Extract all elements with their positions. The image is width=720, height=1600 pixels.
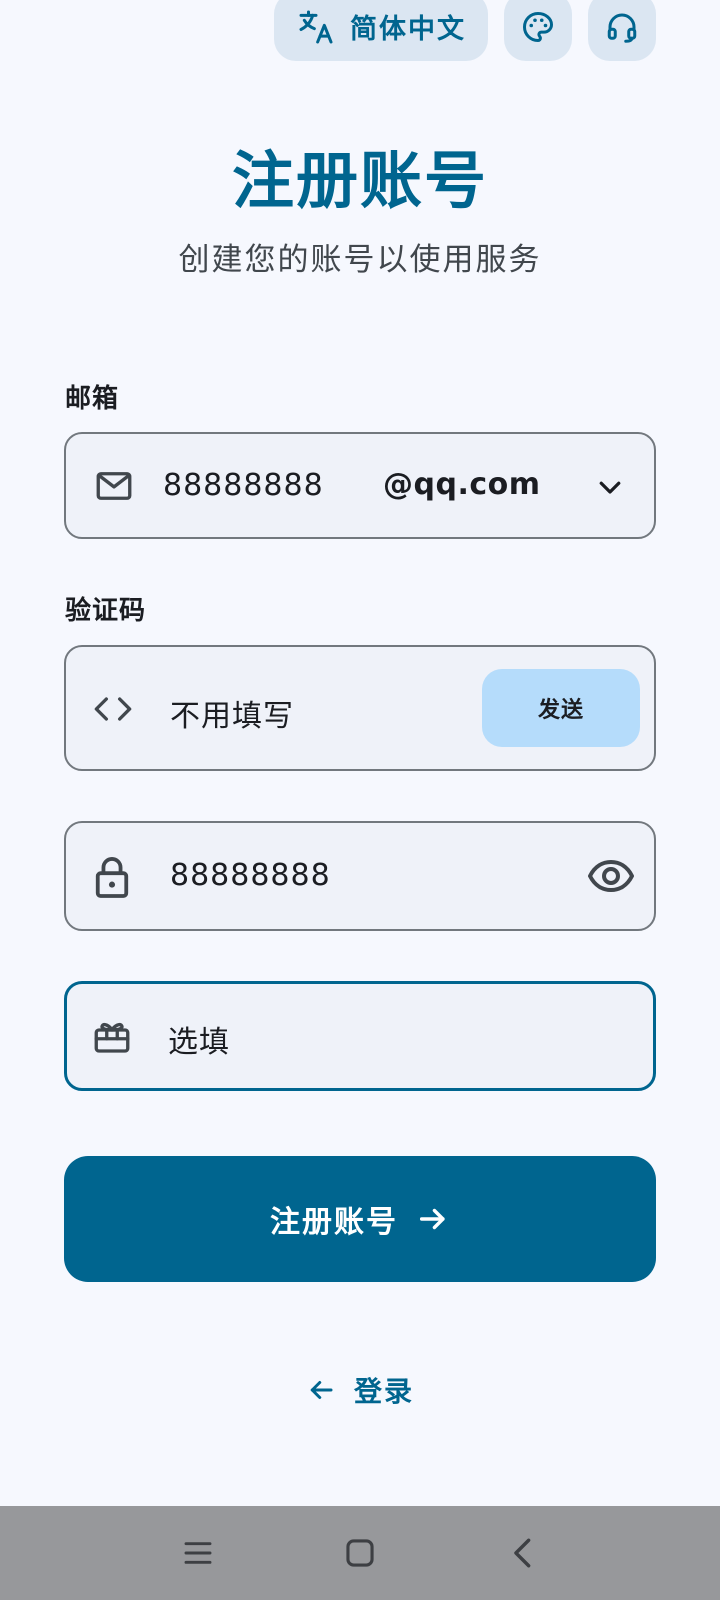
login-link[interactable]: 登录 xyxy=(0,1370,720,1410)
invite-code-input[interactable]: 选填 xyxy=(168,1017,230,1061)
support-button[interactable] xyxy=(588,0,656,61)
language-label: 简体中文 xyxy=(350,14,466,45)
back-icon[interactable] xyxy=(498,1528,548,1578)
register-button-label: 注册账号 xyxy=(270,1205,398,1240)
page-subtitle: 创建您的账号以使用服务 xyxy=(178,242,542,278)
eye-icon[interactable] xyxy=(587,856,635,896)
arrow-left-icon xyxy=(306,1375,336,1405)
gift-card-icon xyxy=(91,1016,133,1058)
arrow-right-icon xyxy=(416,1202,450,1236)
email-label: 邮箱 xyxy=(65,384,120,414)
palette-icon xyxy=(520,9,556,45)
email-domain[interactable]: @qq.com xyxy=(383,467,541,502)
code-input[interactable]: 不用填写 xyxy=(170,691,294,735)
translate-icon xyxy=(296,7,336,47)
mail-icon xyxy=(93,465,135,507)
password-field[interactable]: 88888888 xyxy=(64,821,656,931)
lock-icon xyxy=(92,854,132,900)
chevron-down-icon[interactable] xyxy=(593,470,627,504)
system-navigation-bar xyxy=(0,1506,720,1600)
register-button[interactable]: 注册账号 xyxy=(64,1156,656,1282)
menu-icon[interactable] xyxy=(173,1528,223,1578)
theme-button[interactable] xyxy=(504,0,572,61)
password-input[interactable]: 88888888 xyxy=(170,858,331,893)
email-input[interactable]: 88888888 xyxy=(163,468,324,503)
email-field[interactable]: 88888888 @qq.com xyxy=(64,432,656,539)
invite-code-field[interactable]: 选填 xyxy=(64,981,656,1091)
language-selector[interactable]: 简体中文 xyxy=(274,0,488,61)
code-icon xyxy=(91,689,135,729)
send-code-button[interactable]: 发送 xyxy=(482,669,640,747)
page-title: 注册账号 xyxy=(231,144,488,217)
home-icon[interactable] xyxy=(335,1528,385,1578)
login-link-label: 登录 xyxy=(353,1375,414,1408)
code-label: 验证码 xyxy=(65,596,147,626)
headset-icon xyxy=(604,9,640,45)
code-field[interactable]: 不用填写 发送 xyxy=(64,645,656,771)
